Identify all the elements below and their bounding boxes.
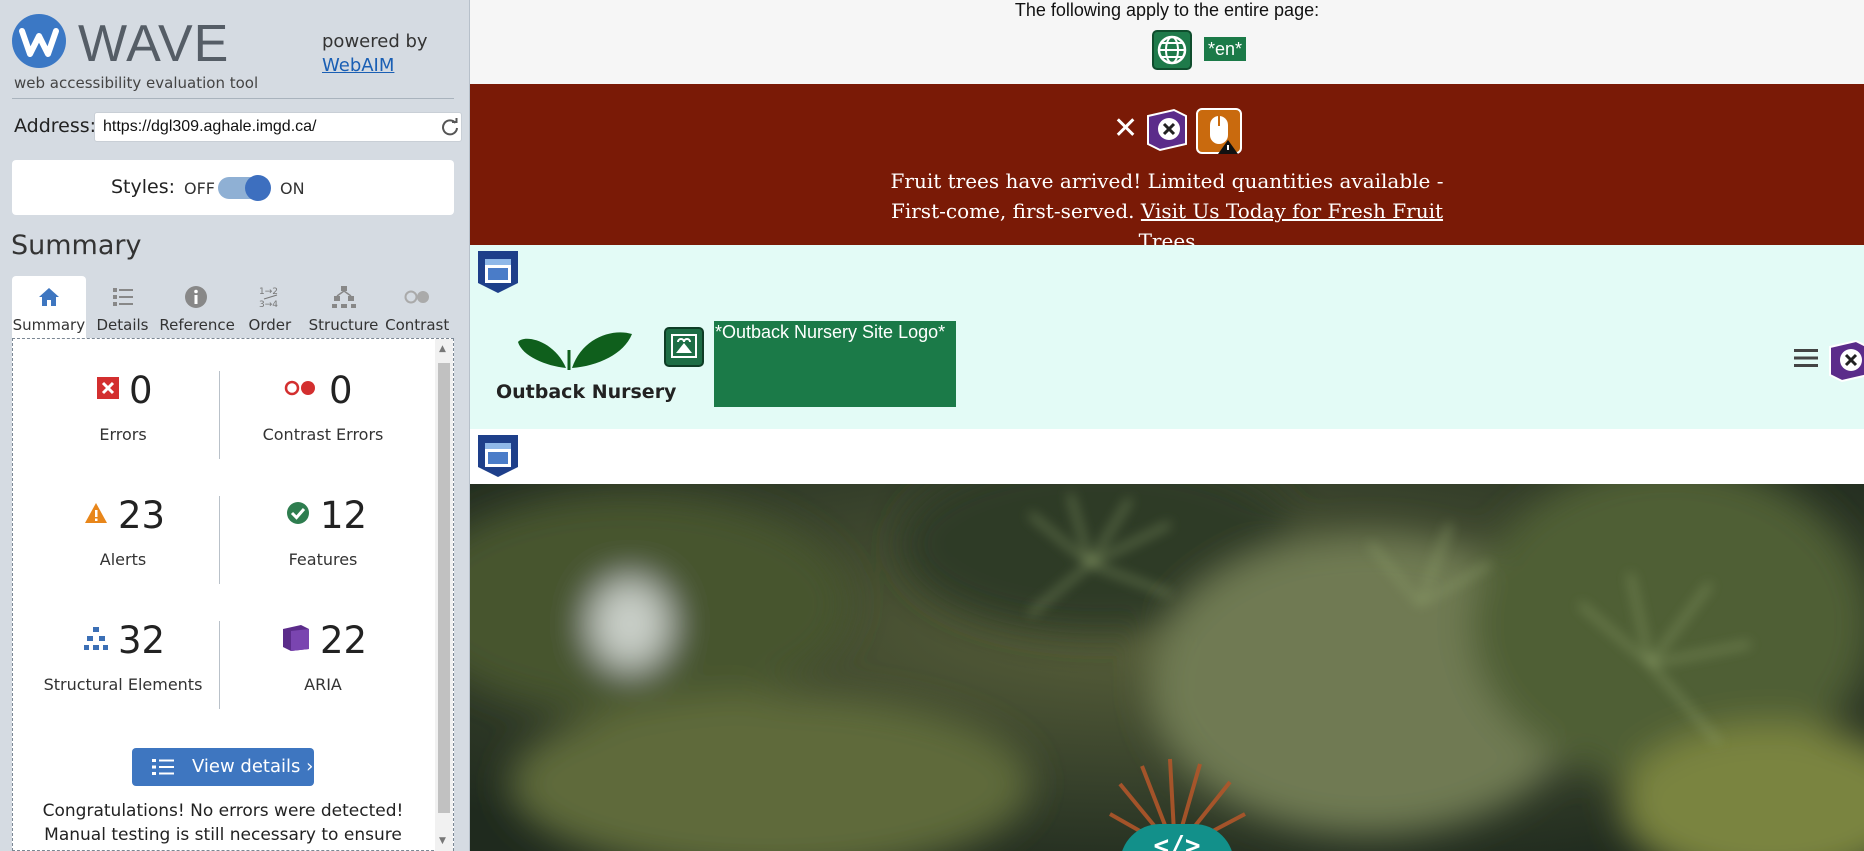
address-bar: Address: [14,112,462,142]
info-icon [185,286,208,308]
contrast-icon [404,290,430,304]
styles-toggle-box: Styles: OFF ON [12,160,454,215]
page-preview: The following apply to the entire page: … [470,0,1864,851]
congrats-message: Congratulations! No errors were detected… [42,801,404,845]
brand-name: Outback Nursery [496,381,677,403]
svg-text:3→4: 3→4 [259,300,278,310]
linked-image-icon[interactable] [664,327,704,367]
wave-logo: WAVE web accessibility evaluation tool p… [12,14,462,96]
tab-structure[interactable]: Structure [307,276,381,338]
language-tag: *en* [1204,37,1247,61]
tab-label: Summary [12,316,86,334]
stat-errors[interactable]: 0 Errors [23,345,223,455]
wave-title: WAVE [78,15,230,73]
header-landmark-icon[interactable] [476,249,520,295]
logo-alt-text: *Outback Nursery Site Logo* [714,321,956,407]
structure-icon [84,627,108,650]
tab-order[interactable]: 1→2 3→4 Order [233,276,307,338]
tab-reference[interactable]: Reference [159,276,235,338]
wave-sidebar: WAVE web accessibility evaluation tool p… [0,0,470,851]
home-icon [39,288,59,306]
tab-label: Structure [308,316,379,334]
errors-label: Errors [99,425,147,444]
announcement-banner: ✕ Fruit trees have arrived! Limited quan… [470,84,1864,253]
divider [219,496,220,584]
contrast-error-icon [284,380,315,396]
address-input[interactable] [94,112,462,142]
notice-text: The following apply to the entire page: [1014,0,1320,20]
menu-icon[interactable] [1794,348,1818,368]
mouse-alert-icon[interactable] [1196,108,1242,154]
divider [12,98,454,99]
close-icon[interactable]: ✕ [1113,111,1138,146]
divider [219,371,220,459]
features-count: 12 [320,494,368,537]
summary-heading: Summary [11,230,142,261]
list-icon [112,288,133,306]
feature-icon [287,502,309,524]
aria-hidden-icon[interactable] [1144,108,1188,152]
aria-count: 22 [320,619,368,662]
stat-structural[interactable]: 32 Structural Elements [23,595,223,705]
tab-summary[interactable]: Summary [12,276,86,338]
view-details-button[interactable]: View details › [132,748,314,786]
styles-label: Styles: [111,176,176,198]
divider [219,621,220,709]
scroll-down-icon[interactable]: ▼ [439,836,446,846]
site-header: Outback Nursery *Outback Nursery Site Lo… [470,245,1864,429]
page-level-notice: The following apply to the entire page: … [470,0,1864,84]
stat-aria[interactable]: 22 ARIA [223,595,423,705]
styles-off-label: OFF [184,179,215,198]
webaim-link[interactable]: WebAIM [322,55,394,76]
scroll-thumb[interactable] [438,363,450,813]
aria-label: ARIA [304,675,342,694]
powered-by-label: powered by [322,31,428,52]
alerts-label: Alerts [99,550,147,569]
wave-tagline: web accessibility evaluation tool [14,74,259,92]
tab-label: Order [248,316,292,334]
structural-label: Structural Elements [43,675,203,694]
navigation-landmark-icon[interactable] [476,433,520,479]
alert-icon [85,503,107,523]
tab-contrast[interactable]: Contrast [380,276,454,338]
stat-alerts[interactable]: 23 Alerts [23,470,223,580]
hero-image: </> [470,484,1864,851]
hierarchy-icon [331,286,356,308]
wave-tabs: Summary Details Reference 1→2 3→4 Order S… [12,276,454,338]
list-icon [152,759,174,775]
view-details-label: View details › [192,756,314,777]
tab-details[interactable]: Details [86,276,160,338]
stat-features[interactable]: 12 Features [223,470,423,580]
styles-on-label: ON [280,179,305,198]
language-globe-icon[interactable] [1152,30,1192,70]
tab-label: Contrast [385,316,450,334]
tab-label: Reference [159,316,235,334]
styles-toggle[interactable] [218,175,271,201]
pine-photo [470,484,1864,851]
nav-region [470,429,1864,484]
powered-by: powered by WebAIM [322,30,428,78]
aria-hidden-icon[interactable] [1826,339,1864,383]
aria-cube-icon [283,625,309,651]
scroll-up-icon[interactable]: ▲ [439,344,446,354]
stat-contrast-errors[interactable]: 0 Contrast Errors [223,345,423,455]
features-label: Features [288,550,358,569]
alerts-count: 23 [118,494,166,537]
summary-panel: 0 Errors 0 Contrast Errors 23 Alerts 12 … [12,338,454,851]
errors-count: 0 [129,369,153,412]
wave-w-icon [12,14,66,68]
refresh-icon[interactable] [440,117,460,137]
order-icon: 1→23→4 [259,287,278,310]
tab-label: Details [96,316,149,334]
structural-count: 32 [118,619,166,662]
toggle-knob [245,175,271,201]
contrast-label: Contrast Errors [262,425,384,444]
error-icon [97,377,119,399]
address-label: Address: [14,115,97,137]
banner-message: Fruit trees have arrived! Limited quanti… [890,166,1444,256]
contrast-count: 0 [329,369,353,412]
scrollbar[interactable]: ▲ ▼ [435,339,453,851]
